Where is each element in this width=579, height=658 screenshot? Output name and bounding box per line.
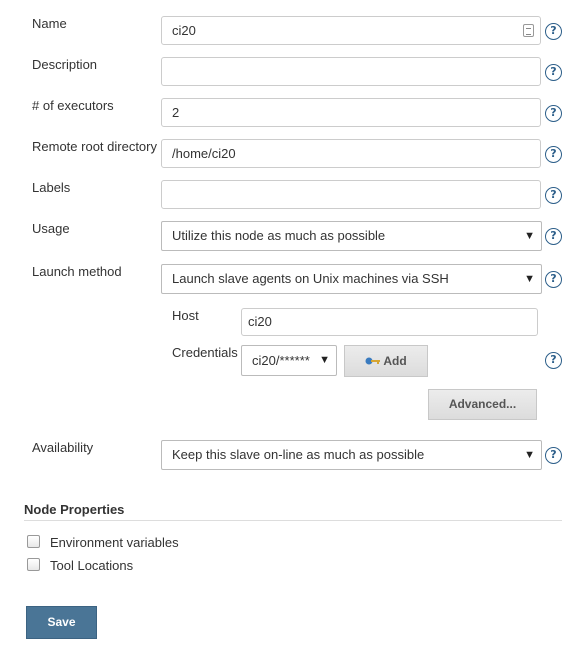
- description-input[interactable]: [161, 57, 541, 86]
- env-variables-label: Environment variables: [50, 535, 179, 550]
- help-icon-labels[interactable]: ?: [545, 187, 562, 204]
- host-input[interactable]: ci20: [241, 308, 538, 336]
- key-icon: [365, 357, 381, 365]
- field-assist-icon[interactable]: [523, 24, 534, 37]
- availability-label: Availability: [32, 440, 94, 455]
- help-icon-credentials[interactable]: ?: [545, 352, 562, 369]
- launch-method-label: Launch method: [32, 264, 122, 279]
- node-properties-title: Node Properties: [24, 502, 125, 517]
- env-variables-option[interactable]: Environment variables: [27, 535, 179, 551]
- usage-label: Usage: [32, 221, 70, 236]
- help-icon-executors[interactable]: ?: [545, 105, 562, 122]
- advanced-button[interactable]: Advanced...: [428, 389, 537, 420]
- add-credentials-button[interactable]: Add: [344, 345, 428, 377]
- credentials-label: Credentials: [172, 345, 238, 360]
- section-divider: [24, 520, 562, 521]
- name-label: Name: [32, 16, 67, 31]
- executors-label: # of executors: [32, 98, 114, 113]
- help-icon-launch-method[interactable]: ?: [545, 271, 562, 288]
- help-icon-availability[interactable]: ?: [545, 447, 562, 464]
- help-icon-usage[interactable]: ?: [545, 228, 562, 245]
- add-button-label: Add: [383, 354, 407, 368]
- remote-root-label: Remote root directory: [32, 139, 157, 154]
- executors-input[interactable]: 2: [161, 98, 541, 127]
- credentials-select[interactable]: ci20/****** ▼: [241, 345, 337, 376]
- env-variables-checkbox[interactable]: [27, 535, 40, 548]
- labels-input[interactable]: [161, 180, 541, 209]
- description-label: Description: [32, 57, 98, 72]
- help-icon-remote-root[interactable]: ?: [545, 146, 562, 163]
- tool-locations-option[interactable]: Tool Locations: [27, 558, 133, 574]
- labels-label: Labels: [32, 180, 71, 195]
- availability-value: Keep this slave on-line as much as possi…: [172, 447, 425, 462]
- name-input[interactable]: ci20: [161, 16, 541, 45]
- tool-locations-checkbox[interactable]: [27, 558, 40, 571]
- availability-select[interactable]: Keep this slave on-line as much as possi…: [161, 440, 542, 470]
- usage-select[interactable]: Utilize this node as much as possible ▼: [161, 221, 542, 251]
- help-icon-description[interactable]: ?: [545, 64, 562, 81]
- chevron-down-icon: ▼: [319, 354, 330, 366]
- credentials-value: ci20/******: [252, 353, 310, 368]
- usage-value: Utilize this node as much as possible: [172, 228, 386, 243]
- help-icon-name[interactable]: ?: [545, 23, 562, 40]
- save-button[interactable]: Save: [26, 606, 97, 639]
- chevron-down-icon: ▼: [524, 273, 535, 285]
- chevron-down-icon: ▼: [524, 230, 535, 242]
- remote-root-input[interactable]: /home/ci20: [161, 139, 541, 168]
- name-value: ci20: [172, 23, 196, 38]
- chevron-down-icon: ▼: [524, 449, 535, 461]
- launch-method-select[interactable]: Launch slave agents on Unix machines via…: [161, 264, 542, 294]
- host-label: Host: [172, 308, 199, 323]
- tool-locations-label: Tool Locations: [50, 558, 134, 573]
- launch-method-value: Launch slave agents on Unix machines via…: [172, 271, 449, 286]
